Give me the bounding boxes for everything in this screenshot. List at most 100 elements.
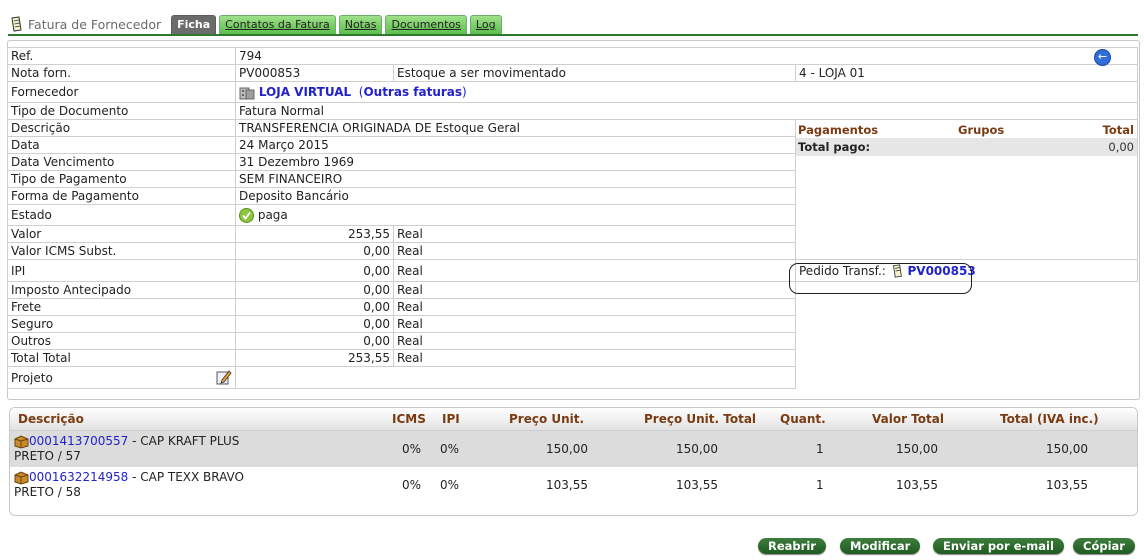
enviar-email-button[interactable]: Enviar por e-mail — [933, 538, 1064, 554]
col-valor-total: Valor Total — [872, 412, 944, 426]
unit-icms-subst: Real — [393, 242, 796, 260]
payments-col-label: Pagamentos — [798, 123, 879, 137]
label-imposto-ant: Imposto Antecipado — [7, 281, 236, 299]
unit-frete: Real — [393, 298, 796, 316]
invoice-info-table: Ref. 794 Nota forn. PV000853 Estoque a s… — [7, 47, 1138, 389]
page-heading: Fatura de Fornecedor — [8, 14, 161, 34]
value-projeto — [235, 366, 796, 389]
value-fornecedor: LOJA VIRTUAL (Outras faturas) — [235, 81, 1138, 103]
value-ref: 794 — [235, 47, 1138, 65]
value-forma-pag: Deposito Bancário — [235, 187, 796, 205]
label-projeto: Projeto — [7, 366, 236, 389]
total-paid-row: Total pago: 0,00 — [796, 138, 1137, 156]
value-ipi: 0,00 — [235, 259, 394, 282]
tab-documentos[interactable]: Documentos — [385, 15, 467, 34]
payments-header: Pagamentos Grupos Total — [797, 121, 1137, 139]
unit-ipi: Real — [393, 259, 796, 282]
other-invoices-link[interactable]: Outras faturas — [363, 85, 462, 99]
unit-seguro: Real — [393, 315, 796, 333]
value-icms-subst: 0,00 — [235, 242, 394, 260]
row-nota: Nota forn. PV000853 Estoque a ser movime… — [7, 64, 1138, 82]
row-fornecedor: Fornecedor LOJA VIRTUAL (Outras faturas) — [7, 81, 1138, 103]
product-desc-1: - CAP KRAFT PLUS — [128, 434, 240, 448]
edit-project-icon[interactable] — [216, 369, 232, 385]
product-code-link[interactable]: 0001632214958 — [29, 470, 128, 484]
line-valor-total: 150,00 — [896, 442, 938, 456]
company-icon — [239, 87, 255, 99]
modificar-button[interactable]: Modificar — [840, 538, 921, 554]
col-descricao: Descrição — [18, 412, 84, 426]
value-vencimento: 31 Dezembro 1969 — [235, 153, 796, 171]
line-description: 0001413700557 - CAP KRAFT PLUS PRETO / 5… — [14, 434, 314, 463]
tab-log[interactable]: Log — [469, 15, 502, 34]
product-code-link[interactable]: 0001413700557 — [29, 434, 128, 448]
projeto-label: Projeto — [11, 370, 53, 385]
warehouse-value: 4 - LOJA 01 — [795, 64, 1138, 82]
product-box-icon — [14, 434, 29, 449]
col-quant: Quant. — [780, 412, 826, 426]
line-icms: 0% — [402, 442, 422, 456]
line-valor-total: 103,55 — [896, 478, 938, 492]
supplier-link[interactable]: LOJA VIRTUAL — [259, 85, 351, 99]
check-status-icon — [239, 208, 254, 223]
value-seguro: 0,00 — [235, 315, 394, 333]
product-desc-1: - CAP TEXX BRAVO — [128, 470, 244, 484]
col-total-iva: Total (IVA inc.) — [1000, 412, 1099, 426]
row-outros: Outros 0,00 Real — [7, 332, 1138, 350]
value-tipo-doc: Fatura Normal — [235, 102, 1138, 120]
row-tipo-doc: Tipo de Documento Fatura Normal — [7, 102, 1138, 120]
label-seguro: Seguro — [7, 315, 236, 333]
total-col-label: Total — [1102, 123, 1134, 137]
line-ipi: 0% — [440, 478, 460, 492]
col-icms: ICMS — [392, 412, 426, 426]
row-ref: Ref. 794 — [7, 47, 1138, 65]
empty-cell — [796, 350, 1138, 367]
tab-ficha[interactable]: Ficha — [171, 15, 217, 34]
label-nota: Nota forn. — [7, 64, 236, 82]
tab-contatos[interactable]: Contatos da Fatura — [219, 15, 336, 34]
pedido-highlight-oval — [789, 263, 972, 294]
empty-cell — [796, 367, 1138, 389]
status-text: paga — [257, 208, 288, 222]
label-total: Total Total — [7, 349, 236, 367]
value-descricao: TRANSFERENCIA ORIGINADA DE Estoque Geral — [235, 119, 796, 137]
empty-cell — [796, 333, 1138, 350]
label-estado: Estado — [7, 204, 236, 226]
invoice-lines-table: Descrição ICMS IPI Preço Unit. Preço Uni… — [9, 407, 1138, 516]
reabrir-button[interactable]: Reabrir — [758, 538, 826, 554]
line-total-iva: 103,55 — [1046, 478, 1088, 492]
line-icms: 0% — [402, 478, 422, 492]
total-paid-value: 0,00 — [1108, 140, 1134, 154]
copiar-button[interactable]: Cópiar — [1073, 538, 1135, 554]
unit-outros: Real — [393, 332, 796, 350]
unit-valor: Real — [393, 225, 796, 243]
line-ipi: 0% — [440, 442, 460, 456]
groups-col-label: Grupos — [958, 123, 1005, 137]
label-fornecedor: Fornecedor — [7, 81, 236, 103]
label-forma-pag: Forma de Pagamento — [7, 187, 236, 205]
page-title: Fatura de Fornecedor — [28, 16, 162, 32]
empty-cell — [796, 299, 1138, 316]
line-quant: 1 — [816, 478, 824, 492]
line-quant: 1 — [816, 442, 824, 456]
lines-header: Descrição ICMS IPI Preço Unit. Preço Uni… — [10, 408, 1137, 431]
line-preco-total: 150,00 — [676, 442, 718, 456]
tab-bar: Fatura de Fornecedor Ficha Contatos da F… — [8, 13, 505, 34]
label-data: Data — [7, 136, 236, 154]
label-vencimento: Data Vencimento — [7, 153, 236, 171]
label-ipi: IPI — [7, 259, 236, 282]
back-arrow-icon[interactable]: ← — [1094, 49, 1111, 66]
tab-underline — [8, 34, 1138, 36]
value-outros: 0,00 — [235, 332, 394, 350]
total-paid-label: Total pago: — [798, 140, 871, 154]
line-total-iva: 150,00 — [1046, 442, 1088, 456]
col-preco-unit: Preço Unit. — [509, 412, 585, 426]
col-preco-unit-total: Preço Unit. Total — [644, 412, 757, 426]
row-descricao: Descrição TRANSFERENCIA ORIGINADA DE Est… — [7, 119, 1138, 260]
tab-notas[interactable]: Notas — [338, 15, 383, 34]
line-preco-total: 103,55 — [676, 478, 718, 492]
row-seguro: Seguro 0,00 Real — [7, 315, 1138, 333]
value-estado: paga — [235, 204, 796, 226]
label-descricao: Descrição — [7, 119, 236, 137]
line-preco: 103,55 — [546, 478, 588, 492]
